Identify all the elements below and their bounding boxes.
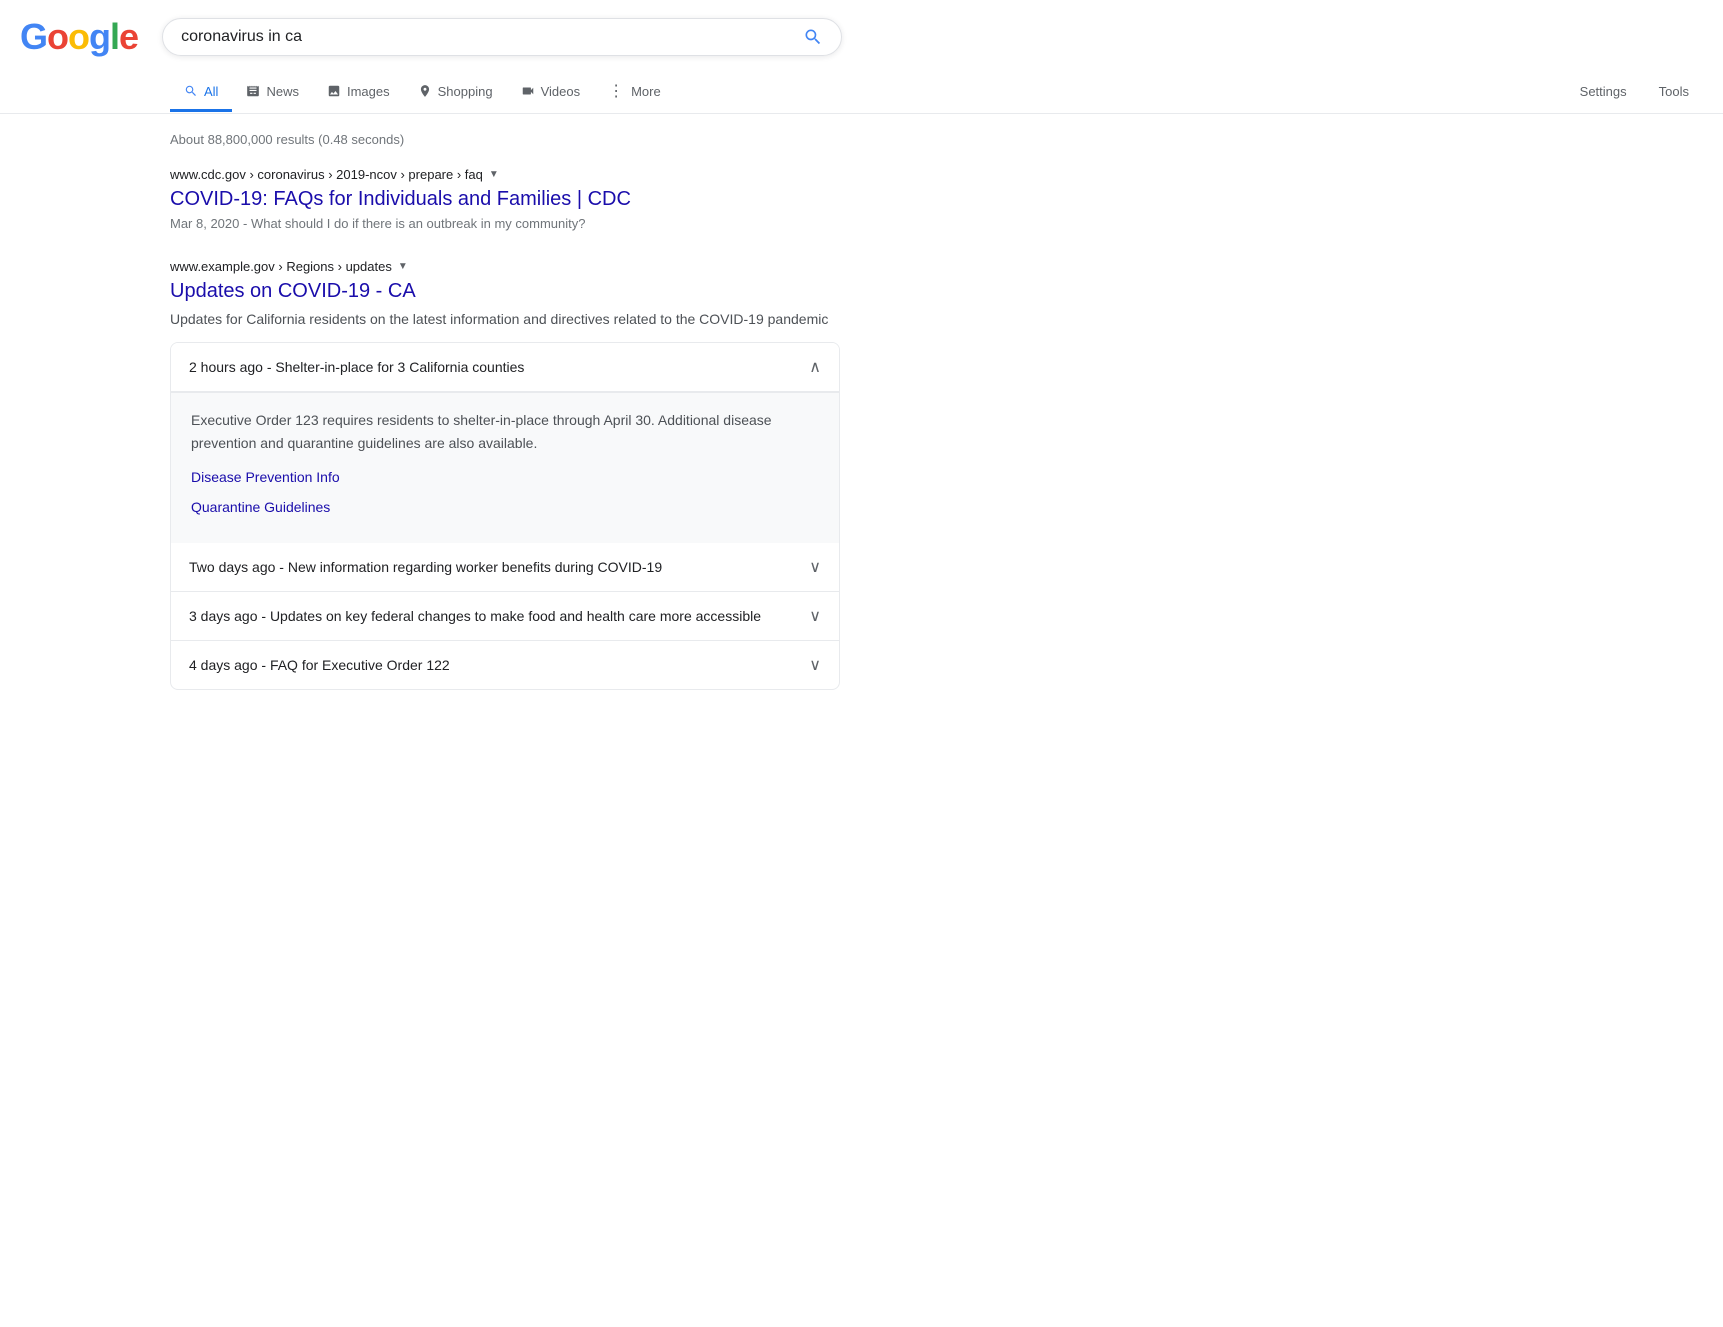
search-nav-icon bbox=[184, 84, 198, 98]
nav-label-news: News bbox=[266, 84, 299, 99]
nav-label-videos: Videos bbox=[541, 84, 581, 99]
nav-item-images[interactable]: Images bbox=[313, 74, 404, 112]
news-items-container: 2 hours ago - Shelter-in-place for 3 Cal… bbox=[170, 342, 840, 690]
logo-l-green: l bbox=[110, 16, 119, 57]
results-count: About 88,800,000 results (0.48 seconds) bbox=[170, 132, 840, 147]
news-row-3-text: 3 days ago - Updates on key federal chan… bbox=[189, 608, 761, 624]
news-row-4[interactable]: 4 days ago - FAQ for Executive Order 122… bbox=[171, 641, 839, 689]
news-row-4-text: 4 days ago - FAQ for Executive Order 122 bbox=[189, 657, 450, 673]
result-url-ca: www.example.gov › Regions › updates ▼ bbox=[170, 259, 840, 274]
result-title-cdc[interactable]: COVID-19: FAQs for Individuals and Famil… bbox=[170, 186, 840, 212]
chevron-down-3: ∨ bbox=[809, 606, 821, 626]
result-title-ca[interactable]: Updates on COVID-19 - CA bbox=[170, 278, 840, 304]
search-icon bbox=[803, 27, 823, 47]
nav-tools[interactable]: Tools bbox=[1645, 74, 1703, 109]
result-url-text-cdc: www.cdc.gov › coronavirus › 2019-ncov › … bbox=[170, 167, 483, 182]
nav-right: Settings Tools bbox=[1566, 74, 1703, 109]
result-date-cdc: Mar 8, 2020 - What should I do if there … bbox=[170, 216, 840, 231]
news-row-1: 2 hours ago - Shelter-in-place for 3 Cal… bbox=[171, 343, 839, 543]
logo-o-red: o bbox=[47, 16, 68, 57]
logo-g2-blue: g bbox=[89, 16, 110, 57]
nav-bar: All News Images Shopping Videos ⋮ More S… bbox=[0, 62, 1723, 114]
logo-g-blue: G bbox=[20, 16, 47, 57]
results-area: About 88,800,000 results (0.48 seconds) … bbox=[0, 114, 860, 738]
news-expanded-content-1: Executive Order 123 requires residents t… bbox=[171, 392, 839, 543]
expanded-text-1: Executive Order 123 requires residents t… bbox=[191, 409, 819, 454]
disease-prevention-link[interactable]: Disease Prevention Info bbox=[191, 466, 819, 488]
nav-settings[interactable]: Settings bbox=[1566, 74, 1641, 109]
news-nav-icon bbox=[246, 84, 260, 98]
chevron-down-4: ∨ bbox=[809, 655, 821, 675]
news-row-1-text: 2 hours ago - Shelter-in-place for 3 Cal… bbox=[189, 359, 524, 375]
result-item-ca: www.example.gov › Regions › updates ▼ Up… bbox=[170, 259, 840, 690]
news-row-2[interactable]: Two days ago - New information regarding… bbox=[171, 543, 839, 592]
search-button[interactable] bbox=[803, 27, 823, 47]
shopping-nav-icon bbox=[418, 84, 432, 98]
nav-label-shopping: Shopping bbox=[438, 84, 493, 99]
header: Google bbox=[0, 0, 1723, 58]
result-url-text-ca: www.example.gov › Regions › updates bbox=[170, 259, 392, 274]
chevron-down-2: ∨ bbox=[809, 557, 821, 577]
news-row-2-text: Two days ago - New information regarding… bbox=[189, 559, 662, 575]
search-bar[interactable] bbox=[162, 18, 842, 56]
result-item-cdc: www.cdc.gov › coronavirus › 2019-ncov › … bbox=[170, 167, 840, 231]
more-dots-icon: ⋮ bbox=[608, 81, 625, 101]
logo-o-yellow: o bbox=[68, 16, 89, 57]
google-logo: Google bbox=[20, 16, 138, 58]
chevron-up-1: ∧ bbox=[809, 357, 821, 377]
nav-item-more[interactable]: ⋮ More bbox=[594, 71, 675, 114]
nav-item-news[interactable]: News bbox=[232, 74, 313, 112]
dropdown-arrow-ca[interactable]: ▼ bbox=[398, 261, 408, 272]
quarantine-guidelines-link[interactable]: Quarantine Guidelines bbox=[191, 496, 819, 518]
images-nav-icon bbox=[327, 84, 341, 98]
news-row-1-header[interactable]: 2 hours ago - Shelter-in-place for 3 Cal… bbox=[171, 343, 839, 392]
nav-item-videos[interactable]: Videos bbox=[507, 74, 595, 112]
nav-label-more: More bbox=[631, 84, 661, 99]
dropdown-arrow-cdc[interactable]: ▼ bbox=[489, 169, 499, 180]
nav-item-shopping[interactable]: Shopping bbox=[404, 74, 507, 112]
videos-nav-icon bbox=[521, 84, 535, 98]
nav-label-all: All bbox=[204, 84, 218, 99]
logo-e-red: e bbox=[119, 16, 138, 57]
search-input[interactable] bbox=[181, 28, 803, 46]
nav-item-all[interactable]: All bbox=[170, 74, 232, 112]
result-url-cdc: www.cdc.gov › coronavirus › 2019-ncov › … bbox=[170, 167, 840, 182]
news-row-3[interactable]: 3 days ago - Updates on key federal chan… bbox=[171, 592, 839, 641]
nav-label-images: Images bbox=[347, 84, 390, 99]
result-snippet-ca: Updates for California residents on the … bbox=[170, 308, 840, 330]
